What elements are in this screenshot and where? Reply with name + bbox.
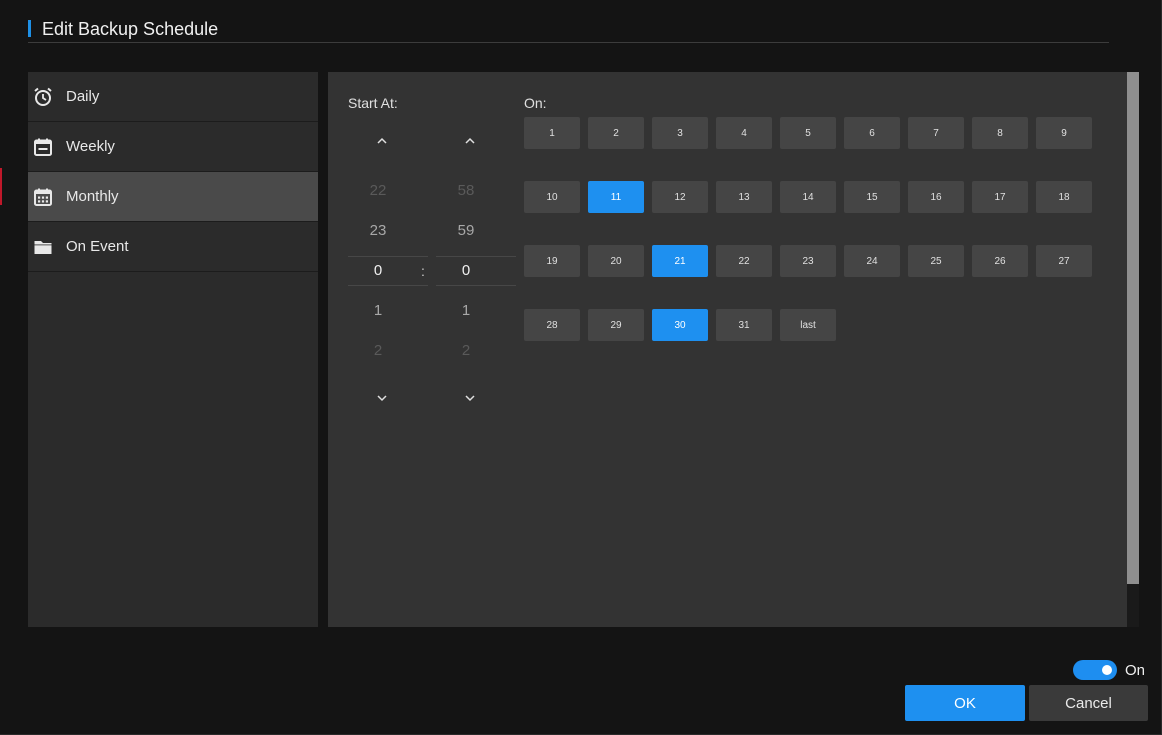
hour-option[interactable]: 2 (348, 342, 408, 359)
cancel-button[interactable]: Cancel (1029, 685, 1148, 721)
day-button-18[interactable]: 18 (1036, 181, 1092, 213)
sidebar-item-label: Weekly (66, 138, 115, 155)
toggle-knob (1102, 665, 1112, 675)
panel-scrollbar[interactable] (1127, 72, 1139, 627)
sidebar-item-label: Monthly (66, 188, 119, 205)
day-button-12[interactable]: 12 (652, 181, 708, 213)
day-button-30[interactable]: 30 (652, 309, 708, 341)
minute-option[interactable]: 1 (436, 302, 496, 319)
chevron-up-icon (377, 137, 387, 144)
hour-option[interactable]: 1 (348, 302, 408, 319)
schedule-enabled-toggle[interactable] (1073, 660, 1117, 680)
day-button-14[interactable]: 14 (780, 181, 836, 213)
hour-down-button[interactable] (367, 386, 397, 410)
minute-option[interactable]: 2 (436, 342, 496, 359)
day-button-7[interactable]: 7 (908, 117, 964, 149)
dialog-header: Edit Backup Schedule (28, 18, 1109, 43)
minute-option[interactable]: 58 (436, 182, 496, 199)
day-button-2[interactable]: 2 (588, 117, 644, 149)
hour-value: 0 (373, 262, 383, 279)
day-button-23[interactable]: 23 (780, 245, 836, 277)
day-button-9[interactable]: 9 (1036, 117, 1092, 149)
day-button-17[interactable]: 17 (972, 181, 1028, 213)
sidebar-item-label: Daily (66, 88, 100, 105)
sidebar-item-label: On Event (66, 238, 129, 255)
sidebar-item-weekly[interactable]: Weekly (28, 122, 318, 172)
time-separator: : (421, 263, 425, 279)
day-button-11[interactable]: 11 (588, 181, 644, 213)
minute-value: 0 (461, 262, 471, 279)
day-button-19[interactable]: 19 (524, 245, 580, 277)
day-button-15[interactable]: 15 (844, 181, 900, 213)
hour-up-button[interactable] (367, 129, 397, 153)
day-button-4[interactable]: 4 (716, 117, 772, 149)
toggle-state-label: On (1125, 662, 1146, 679)
sidebar-item-monthly[interactable]: Monthly (28, 172, 318, 222)
chevron-up-icon (465, 137, 475, 144)
minute-down-button[interactable] (455, 386, 485, 410)
day-button-28[interactable]: 28 (524, 309, 580, 341)
chevron-down-icon (377, 395, 387, 402)
folder-icon (33, 237, 53, 257)
day-button-24[interactable]: 24 (844, 245, 900, 277)
alarm-clock-icon (33, 87, 53, 107)
day-button-25[interactable]: 25 (908, 245, 964, 277)
day-button-29[interactable]: 29 (588, 309, 644, 341)
day-button-31[interactable]: 31 (716, 309, 772, 341)
day-button-26[interactable]: 26 (972, 245, 1028, 277)
ok-button[interactable]: OK (905, 685, 1025, 721)
on-days-label: On: (524, 95, 547, 111)
scrollbar-thumb[interactable] (1127, 72, 1139, 584)
day-button-10[interactable]: 10 (524, 181, 580, 213)
minute-up-button[interactable] (455, 129, 485, 153)
hour-option[interactable]: 23 (348, 222, 408, 239)
dialog-title: Edit Backup Schedule (42, 19, 219, 39)
day-button-20[interactable]: 20 (588, 245, 644, 277)
minute-option[interactable]: 59 (436, 222, 496, 239)
chevron-down-icon (465, 395, 475, 402)
schedule-type-sidebar: Daily Weekly Monthly On Event (28, 72, 318, 627)
focus-edge-marker (0, 168, 2, 205)
start-at-label: Start At: (348, 95, 398, 111)
title-accent-bar (28, 20, 31, 37)
day-button-13[interactable]: 13 (716, 181, 772, 213)
day-of-month-grid: 1 2 3 4 5 6 7 8 9 10 11 12 13 14 15 16 17 18 19 20 21 22 23 24 2… (524, 117, 1092, 341)
hour-option[interactable]: 22 (348, 182, 408, 199)
day-button-22[interactable]: 22 (716, 245, 772, 277)
day-button-last[interactable]: last (780, 309, 836, 341)
calendar-week-icon (33, 137, 53, 157)
day-button-5[interactable]: 5 (780, 117, 836, 149)
day-button-16[interactable]: 16 (908, 181, 964, 213)
day-button-1[interactable]: 1 (524, 117, 580, 149)
day-button-21[interactable]: 21 (652, 245, 708, 277)
day-button-27[interactable]: 27 (1036, 245, 1092, 277)
sidebar-item-on-event[interactable]: On Event (28, 222, 318, 272)
day-button-8[interactable]: 8 (972, 117, 1028, 149)
day-button-6[interactable]: 6 (844, 117, 900, 149)
calendar-month-icon (33, 187, 53, 207)
day-button-3[interactable]: 3 (652, 117, 708, 149)
sidebar-item-daily[interactable]: Daily (28, 72, 318, 122)
